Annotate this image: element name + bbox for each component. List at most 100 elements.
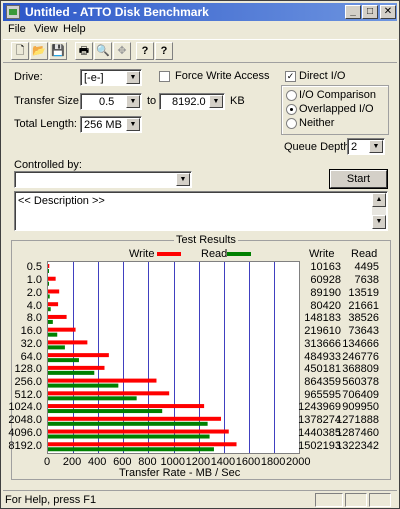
help-icon[interactable]: ? <box>136 42 154 60</box>
read-value: 38526 <box>348 312 379 325</box>
queue-depth-select[interactable]: 2 ▼ <box>347 138 385 155</box>
chevron-down-icon[interactable]: ▼ <box>209 95 223 108</box>
chevron-down-icon[interactable]: ▼ <box>126 118 140 131</box>
write-value: 1502193 <box>298 439 341 452</box>
menu-help[interactable]: Help <box>63 23 86 35</box>
toolbar: 🗋 📂 💾 🖶 🔍 ✥ ? ? <box>3 39 397 63</box>
total-length-value: 256 MB <box>84 119 122 131</box>
y-tick-label: 512.0 <box>14 388 42 401</box>
bar-write-8.0 <box>48 314 67 319</box>
window-title: Untitled - ATTO Disk Benchmark <box>25 5 209 19</box>
transfer-size-to-select[interactable]: 8192.0 ▼ <box>159 93 225 110</box>
x-tick-label: 0 <box>43 456 51 468</box>
bar-write-32.0 <box>48 340 88 345</box>
start-button[interactable]: Start <box>330 170 387 188</box>
x-tick-label: 1800 <box>260 456 286 468</box>
y-tick-label: 0.5 <box>26 261 42 274</box>
legend-write-label: Write <box>129 248 155 260</box>
drive-label: Drive: <box>14 71 43 83</box>
legend-write-swatch <box>157 252 181 256</box>
neither-radio[interactable] <box>286 118 297 129</box>
bar-read-16.0 <box>48 332 58 337</box>
start-button-label: Start <box>346 173 371 185</box>
drive-select[interactable]: [-e-] ▼ <box>80 69 142 86</box>
bar-write-1024.0 <box>48 404 205 409</box>
bar-write-64.0 <box>48 353 109 358</box>
bar-read-1024.0 <box>48 409 163 414</box>
write-column-header: Write <box>309 248 335 260</box>
total-length-select[interactable]: 256 MB ▼ <box>80 116 142 133</box>
menu-view[interactable]: View <box>34 23 58 35</box>
y-tick-label: 8192.0 <box>8 439 42 452</box>
move-icon[interactable]: ✥ <box>113 42 131 60</box>
chart-plot-area <box>47 261 300 454</box>
controlled-by-select[interactable]: ▼ <box>14 171 192 188</box>
save-icon[interactable]: 💾 <box>49 42 67 60</box>
direct-io-checkbox[interactable]: ✓ <box>285 71 296 82</box>
read-value: 7638 <box>354 274 379 287</box>
status-bar: For Help, press F1 <box>3 490 397 509</box>
maximize-button[interactable]: □ <box>362 5 378 19</box>
bar-write-1.0 <box>48 276 56 281</box>
write-value: 219610 <box>304 325 341 338</box>
title-bar[interactable]: Untitled - ATTO Disk Benchmark _ □ ✕ <box>3 3 397 21</box>
app-window: Untitled - ATTO Disk Benchmark _ □ ✕ Fil… <box>0 0 400 509</box>
direct-io-label: Direct I/O <box>299 70 346 82</box>
io-comparison-radio[interactable] <box>286 90 297 101</box>
read-value: 21661 <box>348 299 379 312</box>
write-value: 864359 <box>304 375 341 388</box>
new-file-icon[interactable]: 🗋 <box>11 42 29 60</box>
y-tick-label: 16.0 <box>20 325 42 338</box>
description-scrollbar[interactable]: ▲ ▼ <box>372 193 386 229</box>
write-value: 1440385 <box>298 426 341 439</box>
bar-write-256.0 <box>48 378 157 383</box>
total-length-label: Total Length: <box>14 118 77 130</box>
y-tick-label: 64.0 <box>20 350 42 363</box>
bar-read-8192.0 <box>48 447 214 452</box>
bar-write-8192.0 <box>48 442 237 447</box>
bar-read-1.0 <box>48 281 49 286</box>
read-value: 1271888 <box>336 414 379 427</box>
queue-depth-value: 2 <box>351 141 358 153</box>
y-tick-label: 2.0 <box>26 286 42 299</box>
minimize-button[interactable]: _ <box>345 5 361 19</box>
write-value: 313666 <box>304 337 341 350</box>
bar-read-2048.0 <box>48 421 208 426</box>
menu-file[interactable]: File <box>8 23 26 35</box>
write-value: 1378274 <box>298 414 341 427</box>
bar-write-2.0 <box>48 289 60 294</box>
context-help-icon[interactable]: ? <box>155 42 173 60</box>
bar-write-0.5 <box>48 264 50 268</box>
chevron-down-icon[interactable]: ▼ <box>126 71 140 84</box>
description-textarea[interactable]: << Description >> ▲ ▼ <box>14 191 388 231</box>
bar-read-4096.0 <box>48 434 210 439</box>
read-value: 4495 <box>354 261 379 274</box>
queue-depth-label: Queue Depth: <box>284 141 353 153</box>
y-tick-label: 1024.0 <box>8 401 42 414</box>
force-write-access-checkbox[interactable] <box>159 71 170 82</box>
transfer-size-unit: KB <box>230 95 245 107</box>
menu-bar: File View Help <box>3 22 397 38</box>
print-preview-icon[interactable]: 🔍 <box>94 42 112 60</box>
io-comparison-label: I/O Comparison <box>299 89 377 101</box>
write-value: 148183 <box>304 312 341 325</box>
print-icon[interactable]: 🖶 <box>75 42 93 60</box>
transfer-size-from-select[interactable]: 0.5 ▼ <box>80 93 142 110</box>
controlled-by-label: Controlled by: <box>14 159 82 171</box>
overlapped-io-label: Overlapped I/O <box>299 103 374 115</box>
x-tick-label: 400 <box>88 456 107 468</box>
write-value: 60928 <box>310 274 341 287</box>
scroll-down-icon[interactable]: ▼ <box>372 215 386 229</box>
scroll-up-icon[interactable]: ▲ <box>372 193 386 207</box>
bar-read-32.0 <box>48 345 65 350</box>
bar-write-128.0 <box>48 365 105 370</box>
close-button[interactable]: ✕ <box>380 5 396 19</box>
chevron-down-icon[interactable]: ▼ <box>369 140 383 153</box>
transfer-size-to-value: 8192.0 <box>172 96 206 108</box>
y-tick-label: 1.0 <box>26 274 42 287</box>
status-text: For Help, press F1 <box>5 494 97 506</box>
overlapped-io-radio[interactable] <box>286 104 297 115</box>
chevron-down-icon[interactable]: ▼ <box>126 95 140 108</box>
open-folder-icon[interactable]: 📂 <box>30 42 48 60</box>
chevron-down-icon[interactable]: ▼ <box>176 173 190 186</box>
